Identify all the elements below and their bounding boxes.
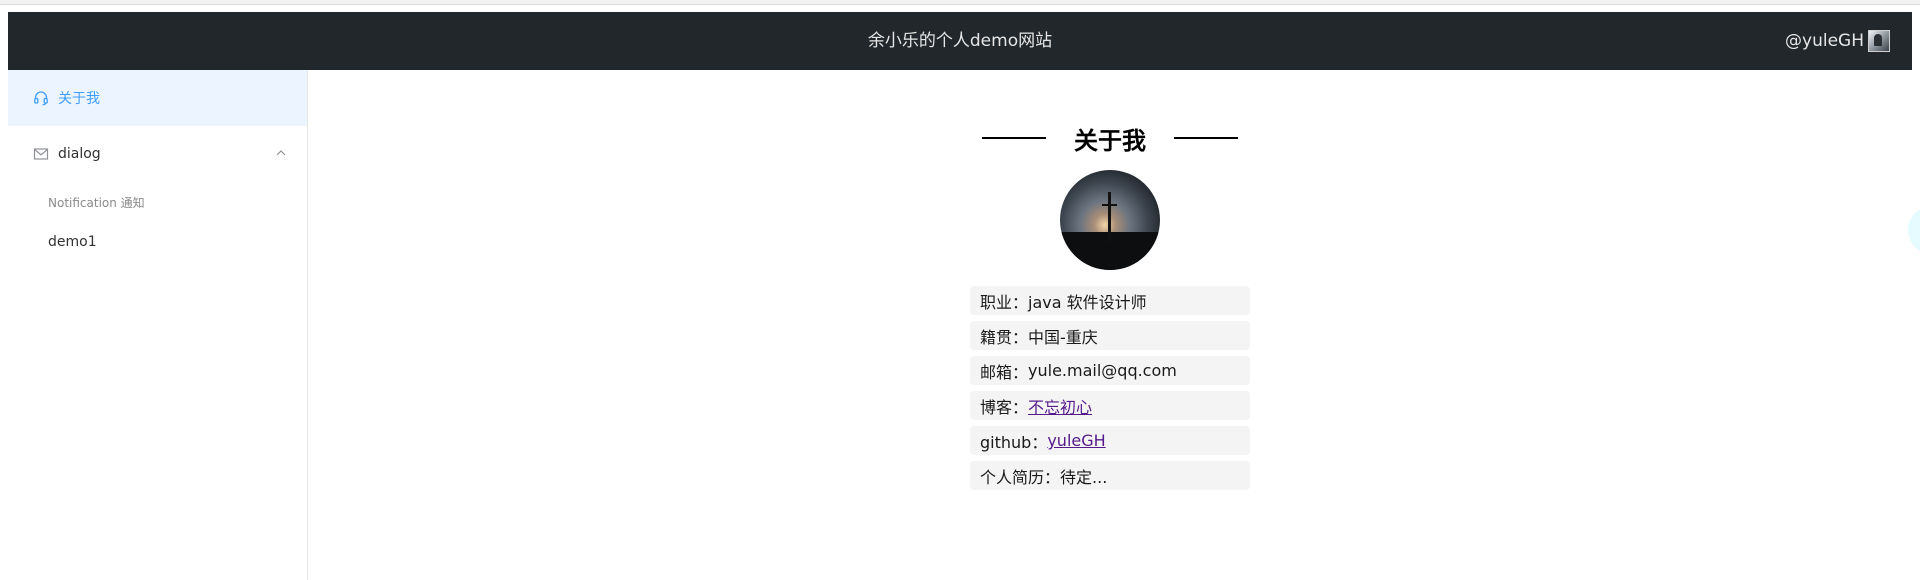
info-label: 籍贯： bbox=[980, 327, 1029, 347]
info-value: java 软件设计师 bbox=[1028, 292, 1147, 312]
title-divider-right bbox=[1174, 137, 1238, 139]
sidebar-item-dialog[interactable]: dialog bbox=[8, 126, 307, 182]
site-title: 余小乐的个人demo网站 bbox=[867, 31, 1053, 51]
sidebar-item-label: 关于我 bbox=[58, 91, 100, 107]
profile-photo bbox=[1060, 170, 1160, 270]
info-label: 博客： bbox=[980, 397, 1029, 417]
sidebar-subitem-notification[interactable]: Notification 通知 bbox=[8, 182, 307, 222]
title-divider-left bbox=[982, 137, 1046, 139]
info-row-occupation: 职业： java 软件设计师 bbox=[970, 286, 1250, 315]
info-row-blog: 博客： 不忘初心 bbox=[970, 391, 1250, 420]
info-row-email: 邮箱： yule.mail@qq.com bbox=[970, 356, 1250, 385]
page-title: 关于我 bbox=[1074, 126, 1146, 155]
sidebar-subitem-label: demo1 bbox=[48, 234, 97, 250]
about-heading: 关于我 bbox=[980, 118, 1240, 158]
info-value: 中国-重庆 bbox=[1028, 327, 1098, 347]
sidebar-item-label: dialog bbox=[58, 146, 101, 162]
info-label: 个人简历： bbox=[980, 467, 1061, 487]
headset-icon bbox=[32, 89, 50, 107]
blog-link[interactable]: 不忘初心 bbox=[1028, 394, 1092, 418]
info-value: 待定... bbox=[1060, 467, 1108, 487]
user-avatar[interactable] bbox=[1868, 30, 1890, 52]
username: @yuleGH bbox=[1785, 31, 1864, 51]
profile-info-list: 职业： java 软件设计师 籍贯： 中国-重庆 邮箱： yule.mail@qq.c… bbox=[970, 286, 1250, 496]
info-label: github： bbox=[980, 432, 1048, 452]
info-row-hometown: 籍贯： 中国-重庆 bbox=[970, 321, 1250, 350]
top-header: 余小乐的个人demo网站 @yuleGH bbox=[8, 12, 1912, 70]
sidebar-item-about-me[interactable]: 关于我 bbox=[8, 70, 307, 126]
sidebar-subitem-label: Notification 通知 bbox=[48, 195, 145, 210]
sidebar-subitem-demo1[interactable]: demo1 bbox=[8, 222, 307, 262]
photo-crossbar bbox=[1102, 204, 1117, 206]
github-link[interactable]: yuleGH bbox=[1047, 431, 1105, 450]
info-row-resume: 个人简历： 待定... bbox=[970, 461, 1250, 490]
mail-icon bbox=[32, 145, 50, 163]
browser-top-strip bbox=[0, 0, 1920, 5]
sidebar: 关于我 dialog Notification 通知 demo1 bbox=[8, 70, 308, 580]
user-menu[interactable]: @yuleGH bbox=[1785, 12, 1890, 70]
info-value: yule.mail@qq.com bbox=[1028, 361, 1177, 380]
main-content: 关于我 职业： java 软件设计师 籍贯： 中国-重庆 邮箱： yule.mail@… bbox=[308, 70, 1912, 580]
info-label: 职业： bbox=[980, 292, 1029, 312]
info-label: 邮箱： bbox=[980, 362, 1029, 382]
info-row-github: github： yuleGH bbox=[970, 426, 1250, 455]
chevron-up-icon[interactable] bbox=[275, 147, 287, 159]
photo-pole bbox=[1108, 192, 1111, 242]
